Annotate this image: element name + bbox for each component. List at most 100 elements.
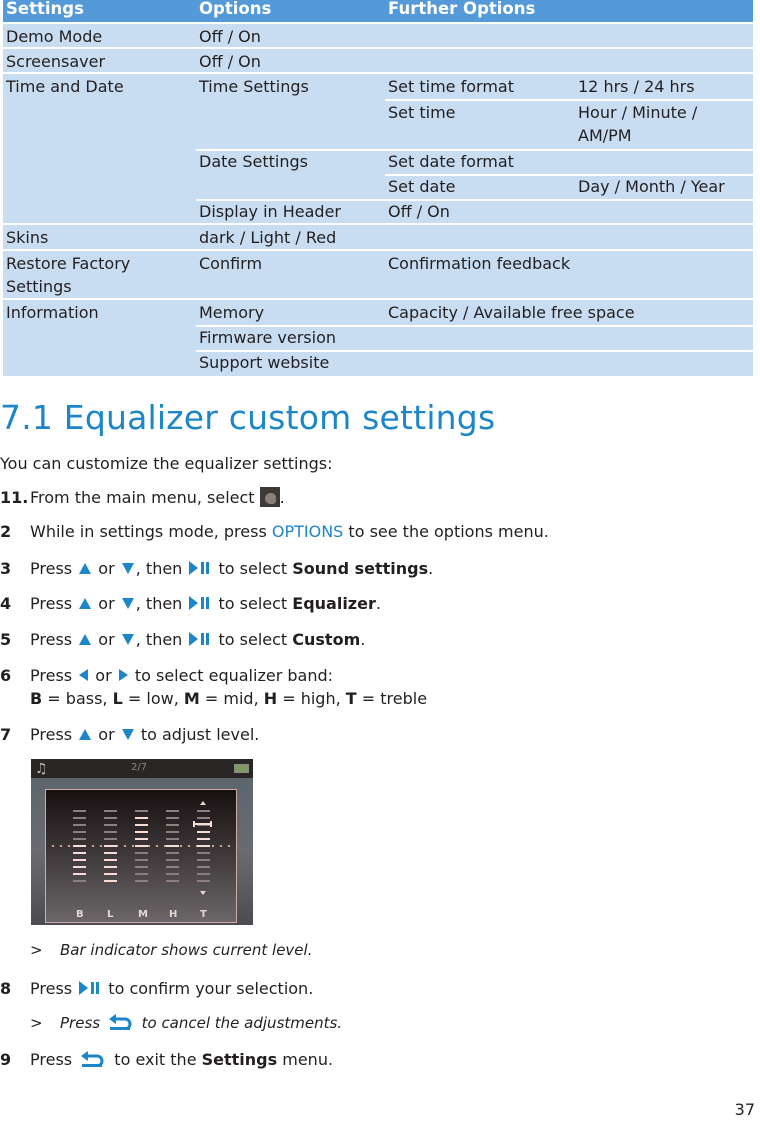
play-pause-icon: [189, 561, 210, 575]
menu-item-name: Sound settings: [292, 559, 429, 578]
eq-segment-M: [135, 810, 148, 812]
eq-segment-B: [73, 845, 86, 847]
cell-further: Off / On: [388, 202, 450, 221]
cell-option: Firmware version: [199, 328, 337, 347]
cell-setting: Restore Factory: [6, 254, 131, 273]
eq-segment-M: [135, 852, 148, 854]
menu-item-name: Equalizer: [292, 594, 376, 613]
step-number: 6: [0, 666, 12, 685]
text: Press: [30, 1050, 78, 1069]
band-desc: = bass,: [42, 689, 113, 708]
step-text: Press or , then to select Custom.: [30, 628, 365, 652]
eq-segment-H: [166, 859, 179, 861]
text: or: [93, 725, 120, 744]
header-further-options: Further Options: [388, 0, 536, 18]
step-number: 4: [0, 594, 12, 613]
eq-segment-T: [197, 845, 210, 847]
eq-zero-line-dot: [148, 845, 150, 847]
step-text: Press to confirm your selection.: [30, 977, 313, 1001]
eq-segment-M: [135, 880, 148, 882]
header-options: Options: [199, 0, 272, 18]
text: Press: [30, 666, 78, 685]
eq-segment-M: [135, 838, 148, 840]
up-arrow-icon: [79, 562, 92, 574]
eq-band-label: T: [200, 909, 207, 920]
note-marker: >: [30, 1014, 43, 1032]
down-arrow-icon: [121, 562, 134, 574]
band-key: B: [30, 689, 43, 708]
cell-further: Set time: [388, 103, 456, 122]
cell-value: Hour / Minute /: [578, 103, 698, 122]
eq-band-label: L: [107, 909, 114, 920]
down-arrow-icon: [121, 728, 134, 740]
text: or: [93, 594, 120, 613]
band-key: M: [183, 689, 200, 708]
eq-segment-M: [135, 845, 148, 847]
play-pause-icon: [189, 596, 210, 610]
cell-setting: Skins: [6, 228, 49, 247]
eq-segment-H: [166, 831, 179, 833]
eq-segment-B: [73, 866, 86, 868]
cell-further: Set date: [388, 177, 456, 196]
eq-zero-line-dot: [100, 845, 102, 847]
eq-segment-B: [73, 852, 86, 854]
eq-down-arrow-icon: [200, 891, 206, 895]
step-number: 9: [0, 1050, 12, 1069]
cell-option: Date Settings: [199, 152, 308, 171]
eq-segment-M: [135, 831, 148, 833]
note-text: Press to cancel the adjustments.: [60, 1013, 342, 1032]
eq-zero-line-dot: [52, 845, 54, 847]
text: While in settings mode, press: [30, 522, 272, 541]
eq-segment-L: [104, 859, 117, 861]
header-settings: Settings: [6, 0, 84, 18]
text: , then: [135, 559, 188, 578]
eq-segment-M: [135, 824, 148, 826]
eq-segment-T: [197, 838, 210, 840]
eq-zero-line-dot: [60, 845, 62, 847]
eq-segment-T: [197, 880, 210, 882]
cell-option: Display in Header: [199, 202, 341, 221]
eq-segment-L: [104, 873, 117, 875]
text: Press: [30, 559, 78, 578]
step-number: 11.: [0, 488, 29, 507]
eq-segment-M: [135, 873, 148, 875]
cell-option: Time Settings: [199, 77, 309, 96]
down-arrow-icon: [121, 633, 134, 645]
eq-zero-line-dot: [92, 845, 94, 847]
status-bar: ♫ 2/7: [31, 759, 253, 778]
section-intro: You can customize the equalizer settings…: [0, 454, 333, 473]
band-desc: = low,: [122, 689, 184, 708]
cell-option: Confirm: [199, 254, 263, 273]
eq-level-marker: [193, 821, 212, 827]
section-title: 7.1 Equalizer custom settings: [0, 398, 496, 437]
band-key: H: [263, 689, 278, 708]
eq-zero-line-dot: [180, 845, 182, 847]
cell-value: Day / Month / Year: [578, 177, 725, 196]
eq-segment-L: [104, 845, 117, 847]
eq-zero-line-dot: [132, 845, 134, 847]
eq-segment-L: [104, 852, 117, 854]
up-arrow-icon: [79, 728, 92, 740]
eq-zero-line-dot: [188, 845, 190, 847]
eq-segment-B: [73, 817, 86, 819]
back-icon: [81, 1050, 104, 1067]
eq-segment-H: [166, 838, 179, 840]
eq-segment-L: [104, 866, 117, 868]
eq-segment-H: [166, 845, 179, 847]
step-number: 2: [0, 522, 12, 541]
text: Press: [30, 725, 78, 744]
eq-segment-T: [197, 852, 210, 854]
cell-setting: Information: [6, 303, 99, 322]
cell-further: Set time format: [388, 77, 514, 96]
table-row: Screensaver Off / On: [3, 49, 753, 74]
eq-segment-H: [166, 852, 179, 854]
eq-segment-T: [197, 810, 210, 812]
play-pause-icon: [189, 632, 210, 646]
text: menu.: [277, 1050, 334, 1069]
text: to see the options menu.: [343, 522, 549, 541]
cell-setting: Screensaver: [6, 52, 106, 71]
eq-segment-H: [166, 817, 179, 819]
text: to confirm your selection.: [103, 979, 314, 998]
step-text: While in settings mode, press OPTIONS to…: [30, 520, 549, 544]
eq-zero-line-dot: [212, 845, 214, 847]
